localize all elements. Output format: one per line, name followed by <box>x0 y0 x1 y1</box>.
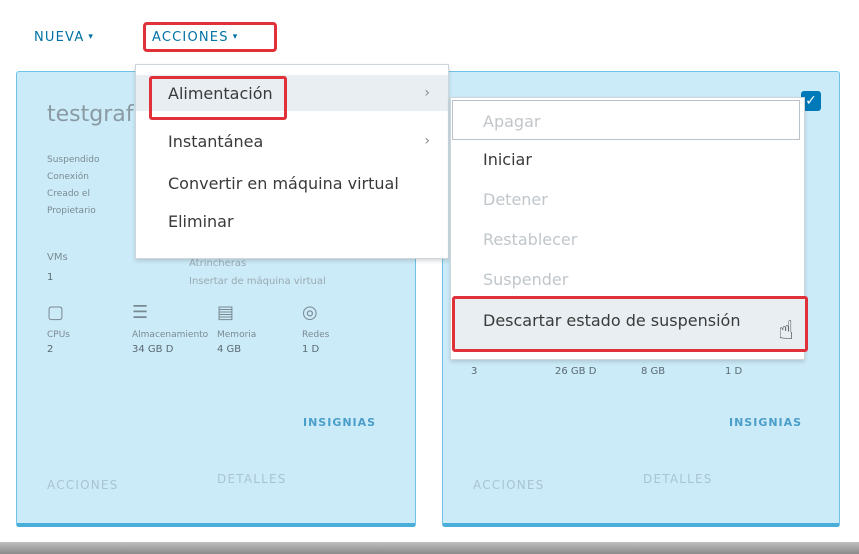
card-meta: Suspendido Conexión Creado el Propietari… <box>47 152 100 220</box>
menu-item-convertir[interactable]: Convertir en máquina virtual <box>136 165 448 201</box>
menu-item-label: Iniciar <box>483 149 532 169</box>
memory-icon: ▤ <box>217 302 235 323</box>
insignias-link[interactable]: INSIGNIAS <box>729 416 802 429</box>
storage-icon: ☰ <box>132 302 149 323</box>
card-detalles-button[interactable]: DETALLES <box>643 472 713 486</box>
apagar-focus-box <box>452 100 800 140</box>
chevron-down-icon: ▾ <box>232 32 239 42</box>
meta-line: Creado el <box>47 189 90 199</box>
nueva-button[interactable]: NUEVA ▾ <box>28 22 100 52</box>
menu-item-detener[interactable]: Detener <box>451 180 804 218</box>
vms-value: 1 <box>47 272 54 283</box>
chevron-right-icon: › <box>424 85 430 101</box>
menu-item-label: Instantánea <box>168 131 264 151</box>
network-icon: ◎ <box>302 302 318 323</box>
resource-stats: ▢ CPUs 2 ☰ Almacenamiento 34 GB D ▤ Memo… <box>47 302 397 382</box>
menu-item-label: Eliminar <box>168 211 234 231</box>
acciones-button[interactable]: ACCIONES ▾ <box>143 22 277 52</box>
meta-line: Suspendido <box>47 155 100 165</box>
resource-value: 2 <box>47 344 54 355</box>
menu-item-label: Detener <box>483 189 548 209</box>
menu-item-descartar[interactable]: Descartar estado de suspensión <box>452 296 808 352</box>
resource-label: Redes <box>302 330 330 340</box>
menu-item-label: Descartar estado de suspensión <box>483 311 741 330</box>
hand-cursor-icon: ☝ <box>778 316 794 346</box>
resource-cpu: ▢ CPUs 2 <box>47 302 127 355</box>
insignias-link[interactable]: INSIGNIAS <box>303 416 376 429</box>
resource-value: 4 GB <box>217 344 242 355</box>
resource-value: 8 GB <box>641 366 666 377</box>
vms-label: VMs <box>47 252 68 263</box>
menu-item-label: Convertir en máquina virtual <box>168 173 399 193</box>
card-title: testgraf <box>47 102 134 127</box>
resource-value: 1 D <box>725 366 743 377</box>
resource-label: Almacenamiento <box>132 330 209 340</box>
template-line-1: Atrincheras <box>189 258 247 269</box>
chevron-down-icon: ▾ <box>88 32 95 42</box>
cpu-icon: ▢ <box>47 302 65 323</box>
meta-line: Propietario <box>47 206 96 216</box>
menu-item-label: Suspender <box>483 269 569 289</box>
menu-item-iniciar[interactable]: Iniciar <box>451 140 804 178</box>
resource-value: 3 <box>471 366 478 377</box>
bottom-shadow <box>0 542 859 554</box>
resource-value: 26 GB D <box>555 366 597 377</box>
resource-value: 1 D <box>302 344 320 355</box>
alimentacion-highlight <box>149 76 287 120</box>
resource-value: 34 GB D <box>132 344 174 355</box>
acciones-label: ACCIONES <box>152 29 229 45</box>
resource-storage: ☰ Almacenamiento 34 GB D <box>132 302 212 355</box>
top-toolbar: NUEVA ▾ ACCIONES ▾ <box>0 0 859 66</box>
chevron-right-icon: › <box>424 133 430 149</box>
card-acciones-button[interactable]: ACCIONES <box>47 478 119 492</box>
menu-item-suspender[interactable]: Suspender <box>451 260 804 298</box>
menu-item-label: Restablecer <box>483 229 578 249</box>
meta-line: Conexión <box>47 172 89 182</box>
resource-memory: ▤ Memoria 4 GB <box>217 302 297 355</box>
resource-label: CPUs <box>47 330 70 340</box>
nueva-label: NUEVA <box>34 29 85 45</box>
card-acciones-button[interactable]: ACCIONES <box>473 478 545 492</box>
menu-item-restablecer[interactable]: Restablecer <box>451 220 804 258</box>
resource-network: ◎ Redes 1 D <box>302 302 382 355</box>
template-line-2: Insertar de máquina virtual <box>189 276 326 287</box>
resource-label: Memoria <box>217 330 257 340</box>
card-detalles-button[interactable]: DETALLES <box>217 472 287 486</box>
menu-item-eliminar[interactable]: Eliminar <box>136 203 448 239</box>
menu-item-instantanea[interactable]: Instantánea › <box>136 123 448 159</box>
